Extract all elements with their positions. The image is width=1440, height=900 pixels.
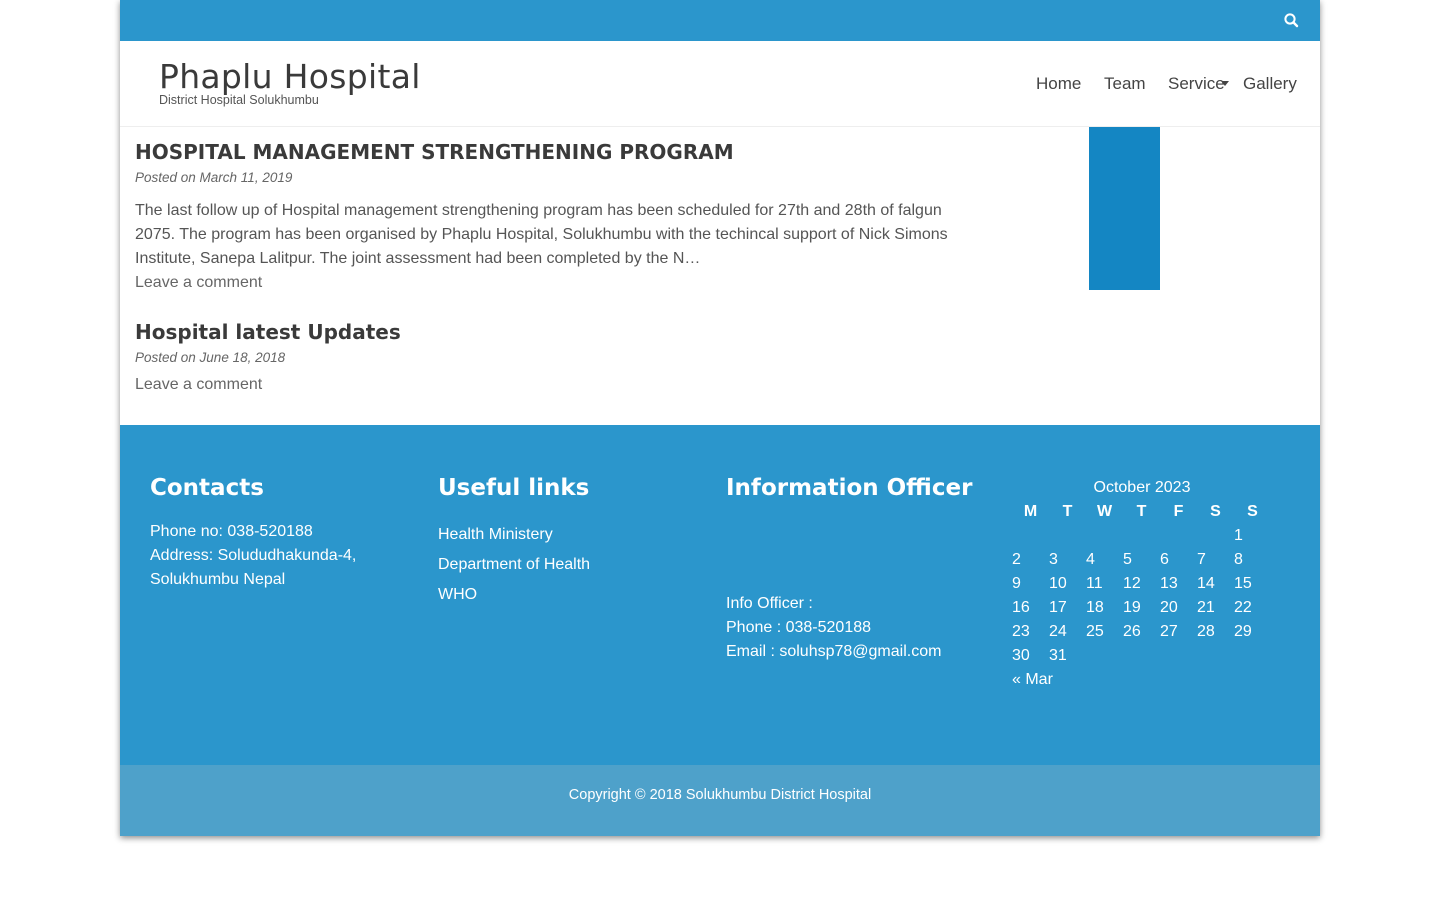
calendar-day: 3: [1049, 551, 1058, 568]
nav-item-service[interactable]: Service: [1168, 74, 1225, 94]
contact-phone: Phone no: 038-520188: [150, 523, 313, 540]
calendar-weekday-row: M T W T F S S: [1012, 500, 1272, 524]
leave-comment-link[interactable]: Leave a comment: [135, 271, 965, 295]
site-header: Phaplu Hospital District Hospital Solukh…: [120, 41, 1320, 127]
leave-comment-link[interactable]: Leave a comment: [135, 373, 965, 397]
calendar-day: 15: [1234, 575, 1252, 592]
calendar-day: 23: [1012, 623, 1030, 640]
calendar-day: 28: [1197, 623, 1215, 640]
calendar-day: 24: [1049, 623, 1067, 640]
calendar-day: 10: [1049, 575, 1067, 592]
calendar-week-row: 2 3 4 5 6 7 8: [1012, 548, 1272, 572]
calendar-day: 2: [1012, 551, 1021, 568]
calendar-day: 14: [1197, 575, 1215, 592]
calendar-day: 21: [1197, 599, 1215, 616]
contacts-heading: Contacts: [150, 475, 264, 501]
calendar-day: 27: [1160, 623, 1178, 640]
footer-widgets: Contacts Phone no: 038-520188 Address: S…: [120, 425, 1320, 765]
calendar-day: 22: [1234, 599, 1252, 616]
nav-item-team[interactable]: Team: [1104, 74, 1146, 94]
weekday-label: S: [1247, 503, 1258, 520]
calendar-days: 1 2 3 4 5 6 7 8 9 10 11 12 13 14 15 16 17 18 19 20 21 22 23 24 2…: [1012, 524, 1272, 668]
calendar-day: 5: [1123, 551, 1132, 568]
calendar-day: 31: [1049, 647, 1067, 664]
info-officer-name: Info Officer :: [726, 595, 813, 612]
chevron-down-icon: [1221, 81, 1229, 86]
useful-links-heading: Useful links: [438, 475, 590, 501]
calendar-day: 4: [1086, 551, 1095, 568]
info-officer-phone: Phone : 038-520188: [726, 619, 872, 636]
info-officer-heading: Information Officer: [726, 475, 973, 501]
calendar-day: 9: [1012, 575, 1021, 592]
weekday-label: W: [1096, 503, 1113, 520]
calendar-day: 12: [1123, 575, 1141, 592]
copyright-bar: Copyright © 2018 Solukhumbu District Hos…: [120, 765, 1320, 836]
calendar-day: 7: [1197, 551, 1206, 568]
post-date: Posted on March 11, 2019: [135, 170, 293, 185]
info-officer-email: Email : soluhsp78@gmail.com: [726, 643, 942, 660]
post-title[interactable]: HOSPITAL MANAGEMENT STRENGTHENING PROGRA…: [135, 140, 965, 164]
link-health-ministry[interactable]: Health Ministery: [438, 520, 590, 550]
search-icon[interactable]: [1282, 11, 1302, 31]
calendar-week-row: 9 10 11 12 13 14 15: [1012, 572, 1272, 596]
calendar-day: 6: [1160, 551, 1169, 568]
calendar-day: 17: [1049, 599, 1067, 616]
contact-address: Solukhumbu Nepal: [150, 571, 286, 588]
main-nav: Home Team Service Gallery: [120, 74, 1320, 96]
nav-item-home[interactable]: Home: [1036, 74, 1081, 94]
top-bar: [120, 0, 1320, 41]
calendar-day: 8: [1234, 551, 1243, 568]
calendar-widget: October 2023 M T W T F S S 1 2 3 4 5 6 7 8 9 10 11…: [1012, 476, 1272, 692]
calendar-day: 26: [1123, 623, 1141, 640]
link-department-of-health[interactable]: Department of Health: [438, 550, 590, 580]
weekday-label: T: [1062, 503, 1073, 520]
calendar-day: 20: [1160, 599, 1178, 616]
calendar-day: 29: [1234, 623, 1252, 640]
calendar-day: 25: [1086, 623, 1104, 640]
weekday-label: M: [1023, 503, 1038, 520]
calendar-week-row: 1: [1012, 524, 1272, 548]
calendar-week-row: 23 24 25 26 27 28 29: [1012, 620, 1272, 644]
sidebar-widget-block: [1089, 127, 1160, 290]
nav-item-gallery[interactable]: Gallery: [1243, 74, 1297, 94]
calendar-day: 18: [1086, 599, 1104, 616]
contact-address: Address: Solududhakunda-4,: [150, 547, 357, 564]
calendar-week-row: 30 31: [1012, 644, 1272, 668]
weekday-label: T: [1136, 503, 1147, 520]
calendar-day: 1: [1234, 527, 1243, 544]
calendar-week-row: 16 17 18 19 20 21 22: [1012, 596, 1272, 620]
post-article: Hospital latest Updates Posted on June 1…: [135, 320, 965, 397]
weekday-label: S: [1210, 503, 1221, 520]
calendar-day: 16: [1012, 599, 1030, 616]
weekday-label: F: [1173, 503, 1184, 520]
post-title[interactable]: Hospital latest Updates: [135, 320, 965, 344]
calendar-caption: October 2023: [1093, 479, 1191, 496]
copyright-text: Copyright © 2018 Solukhumbu District Hos…: [568, 787, 872, 803]
page-container: Phaplu Hospital District Hospital Solukh…: [120, 0, 1320, 836]
post-article: HOSPITAL MANAGEMENT STRENGTHENING PROGRA…: [135, 140, 965, 295]
post-excerpt: The last follow up of Hospital managemen…: [135, 202, 948, 267]
calendar-day: 30: [1012, 647, 1030, 664]
calendar-day: 13: [1160, 575, 1178, 592]
post-date: Posted on June 18, 2018: [135, 350, 286, 365]
calendar-day: 19: [1123, 599, 1141, 616]
link-who[interactable]: WHO: [438, 580, 590, 610]
calendar-prev-month-link[interactable]: « Mar: [1012, 671, 1053, 688]
calendar-day: 11: [1086, 575, 1103, 592]
